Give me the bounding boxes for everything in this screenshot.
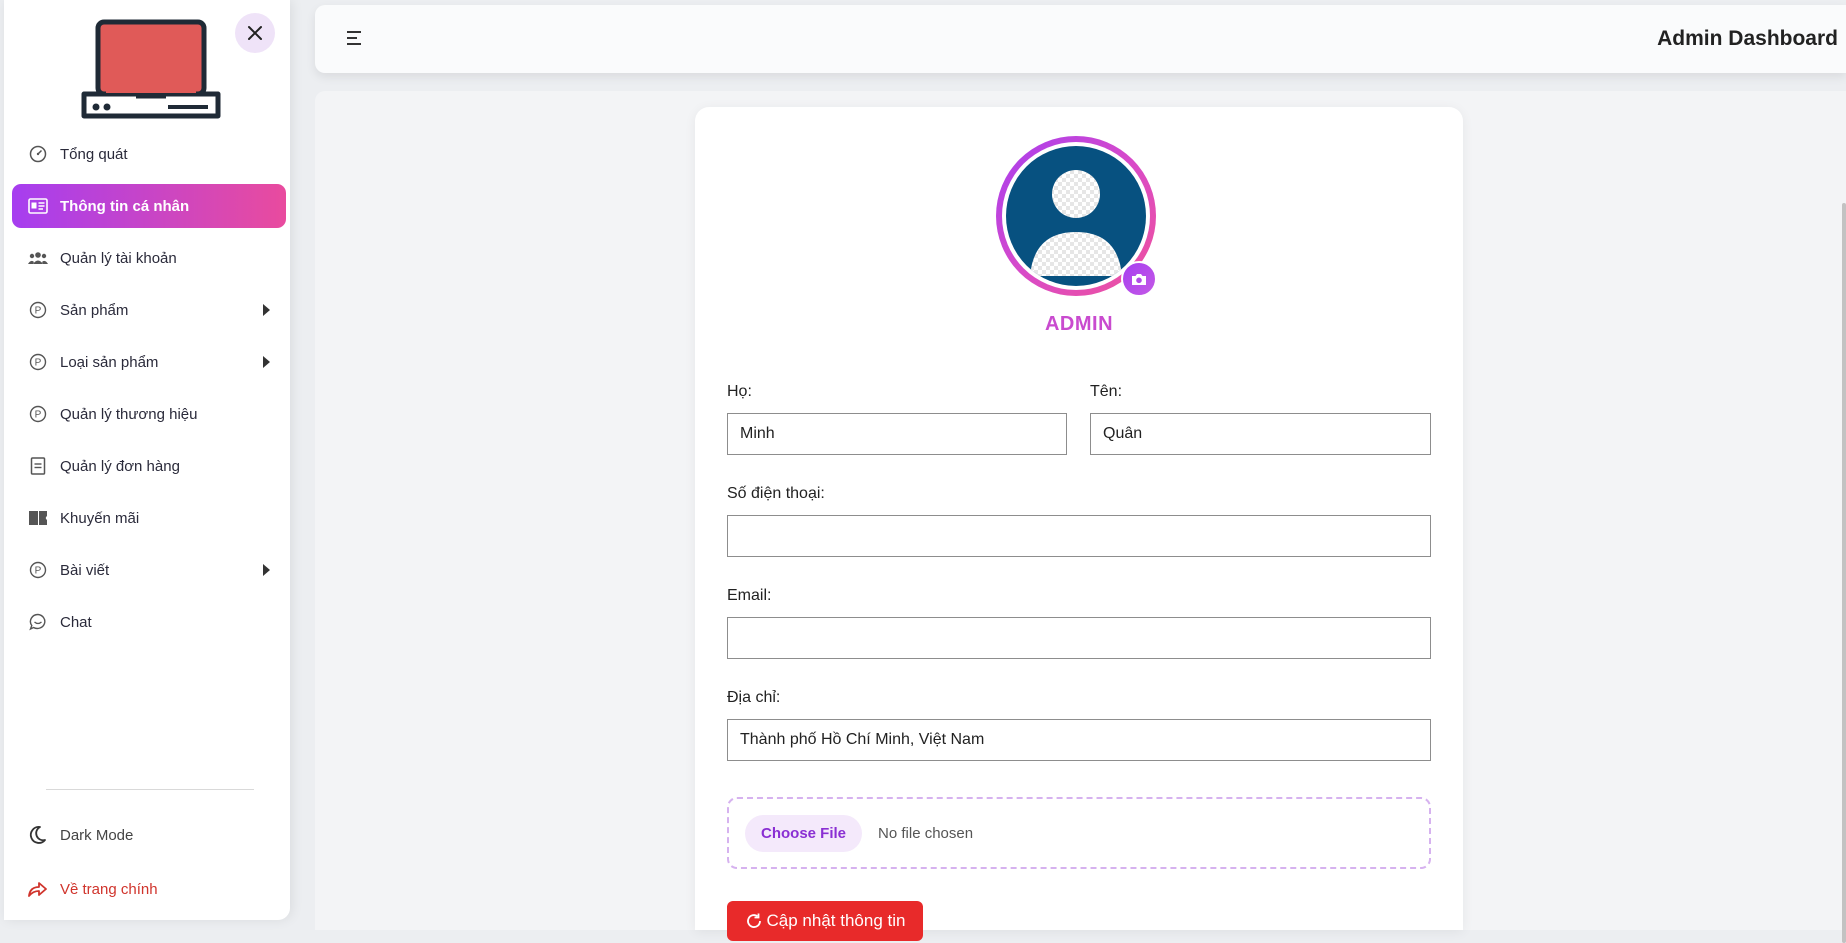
sidebar-item-khuyen-mai[interactable]: Khuyến mãi — [12, 496, 286, 540]
sidebar-item-label: Loại sản phẩm — [60, 353, 159, 371]
chat-icon — [28, 612, 48, 632]
profile-card: ADMIN Họ: Tên: Số điện thoại: Email: Địa… — [695, 107, 1463, 941]
svg-text:P: P — [35, 410, 42, 421]
document-icon — [28, 456, 48, 476]
sidebar-item-san-pham[interactable]: P Sản phẩm — [12, 288, 286, 332]
caret-right-icon — [263, 304, 270, 316]
change-avatar-button[interactable] — [1121, 261, 1157, 297]
scrollbar[interactable] — [1842, 203, 1846, 943]
sidebar-item-label: Khuyến mãi — [60, 509, 140, 527]
file-status: No file chosen — [878, 824, 974, 842]
sidebar-item-label: Sản phẩm — [60, 301, 129, 319]
gauge-icon — [28, 144, 48, 164]
profile-name: ADMIN — [1044, 313, 1114, 335]
svg-text:P: P — [35, 306, 42, 317]
update-info-button[interactable]: Cập nhật thông tin — [727, 901, 923, 941]
email-label: Email: — [727, 587, 772, 604]
hamburger-line — [347, 37, 357, 39]
avatar — [1006, 146, 1146, 286]
menu-toggle-button[interactable] — [347, 31, 365, 49]
product-p-icon: P — [28, 300, 48, 320]
phone-label: Số điện thoại: — [727, 485, 825, 502]
sidebar-item-label: Quản lý tài khoản — [60, 249, 177, 267]
sidebar: Tổng quát Thông tin cá nhân Quản lý tài … — [4, 0, 290, 920]
sidebar-item-thong-tin-ca-nhan[interactable]: Thông tin cá nhân — [12, 184, 286, 228]
phone-field[interactable] — [727, 515, 1431, 557]
dark-mode-toggle[interactable]: Dark Mode — [26, 820, 276, 850]
page-title: Admin Dashboard — [1657, 27, 1838, 50]
back-home-label: Về trang chính — [60, 880, 158, 898]
sidebar-item-loai-san-pham[interactable]: P Loại sản phẩm — [12, 340, 286, 384]
caret-right-icon — [263, 356, 270, 368]
address-label: Địa chỉ: — [727, 689, 781, 706]
refresh-icon — [745, 912, 763, 930]
product-p-icon: P — [28, 352, 48, 372]
close-sidebar-button[interactable] — [235, 13, 275, 53]
share-arrow-icon — [26, 878, 48, 900]
sidebar-item-quan-ly-thuong-hieu[interactable]: P Quản lý thương hiệu — [12, 392, 286, 436]
sidebar-item-chat[interactable]: Chat — [12, 600, 286, 644]
moon-icon — [26, 824, 48, 846]
sidebar-item-bai-viet[interactable]: P Bài viết — [12, 548, 286, 592]
ten-field[interactable] — [1090, 413, 1431, 455]
svg-text:P: P — [35, 566, 42, 577]
sidebar-item-label: Quản lý thương hiệu — [60, 405, 198, 423]
svg-text:P: P — [35, 358, 42, 369]
sidebar-item-label: Thông tin cá nhân — [60, 197, 190, 215]
email-field[interactable] — [727, 617, 1431, 659]
sidebar-item-quan-ly-don-hang[interactable]: Quản lý đơn hàng — [12, 444, 286, 488]
users-icon — [28, 248, 48, 268]
product-p-icon: P — [28, 404, 48, 424]
update-info-label: Cập nhật thông tin — [766, 911, 906, 930]
id-card-icon — [28, 196, 48, 216]
camera-icon — [1132, 274, 1146, 285]
product-p-icon: P — [28, 560, 48, 580]
top-header: Admin Dashboard — [315, 5, 1846, 73]
back-home-link[interactable]: Về trang chính — [26, 874, 276, 904]
sidebar-item-label: Bài viết — [60, 561, 110, 579]
sidebar-item-quan-ly-tai-khoan[interactable]: Quản lý tài khoản — [12, 236, 286, 280]
ho-label: Họ: — [727, 383, 752, 400]
ticket-icon — [28, 508, 48, 528]
laptop-logo — [76, 18, 226, 122]
sidebar-item-label: Chat — [60, 613, 92, 631]
dark-mode-label: Dark Mode — [60, 826, 134, 844]
hamburger-line — [347, 43, 361, 45]
sidebar-nav: Tổng quát Thông tin cá nhân Quản lý tài … — [12, 132, 286, 652]
file-upload-zone[interactable]: Choose File No file chosen — [727, 797, 1431, 869]
ho-field[interactable] — [727, 413, 1067, 455]
address-field[interactable] — [727, 719, 1431, 761]
choose-file-button[interactable]: Choose File — [745, 814, 863, 852]
caret-right-icon — [263, 564, 270, 576]
sidebar-item-label: Quản lý đơn hàng — [60, 457, 180, 475]
hamburger-line — [347, 31, 361, 33]
sidebar-item-tong-quat[interactable]: Tổng quát — [12, 132, 286, 176]
close-icon — [248, 26, 262, 40]
sidebar-divider — [46, 789, 254, 790]
ten-label: Tên: — [1090, 383, 1123, 400]
user-placeholder-icon — [1030, 170, 1122, 276]
sidebar-item-label: Tổng quát — [60, 145, 128, 163]
